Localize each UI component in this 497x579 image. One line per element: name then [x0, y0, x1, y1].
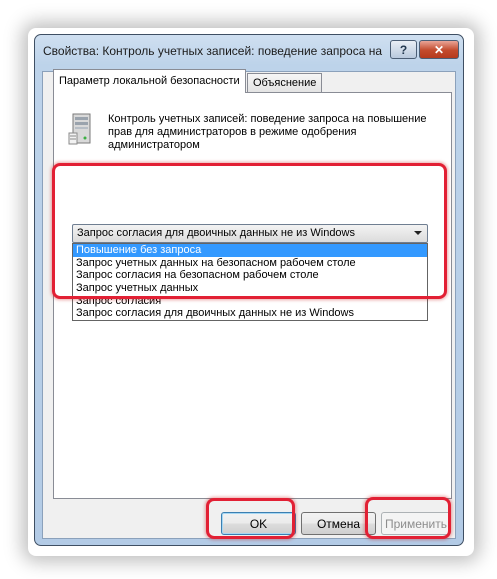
help-button[interactable]: ? — [390, 40, 417, 59]
close-button[interactable]: ✕ — [419, 40, 459, 59]
tab-label: Объяснение — [253, 77, 317, 89]
button-label: Отмена — [316, 516, 361, 531]
tab-label: Параметр локальной безопасности — [59, 75, 240, 87]
window-title: Свойства: Контроль учетных записей: пове… — [43, 44, 383, 58]
close-icon: ✕ — [433, 42, 445, 57]
dropdown-option[interactable]: Запрос согласия для двоичных данных не и… — [73, 307, 427, 320]
help-icon: ? — [399, 42, 408, 57]
highlight-frame-apply — [365, 497, 451, 539]
dialog-client-area: Параметр локальной безопасности Объяснен… — [42, 69, 456, 539]
highlight-frame-select — [52, 163, 447, 299]
policy-description: Контроль учетных записей: поведение запр… — [108, 113, 427, 151]
highlight-frame-ok — [206, 498, 295, 539]
server-icon — [68, 113, 91, 145]
tab-explain[interactable]: Объяснение — [247, 73, 323, 93]
tab-local-security-setting[interactable]: Параметр локальной безопасности — [53, 69, 246, 93]
